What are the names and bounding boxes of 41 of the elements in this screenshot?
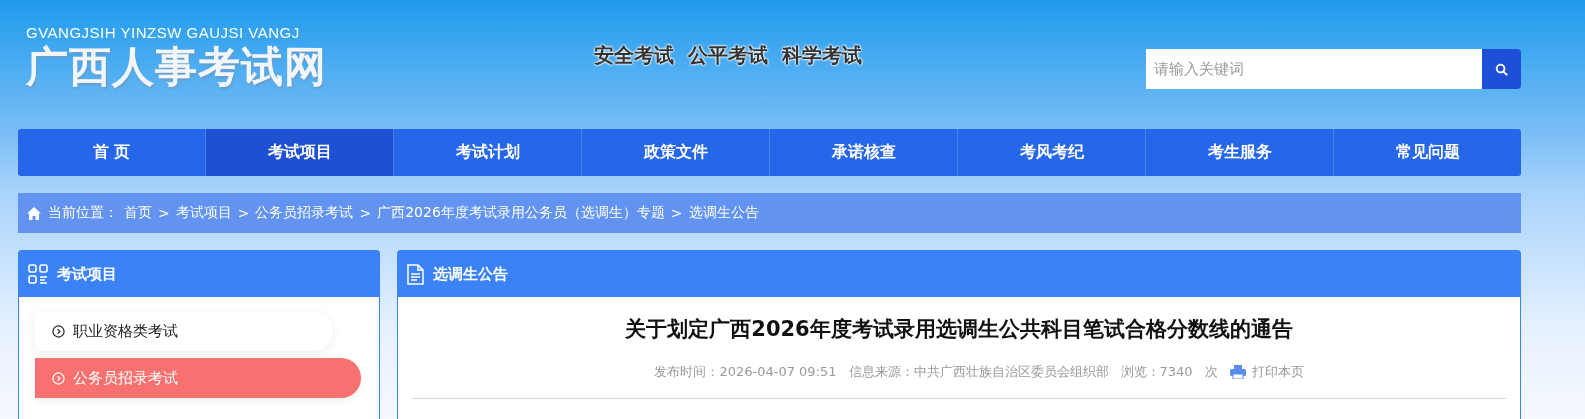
printer-icon bbox=[1229, 365, 1246, 379]
grid-icon bbox=[28, 264, 48, 284]
document-icon bbox=[407, 263, 424, 285]
article-title: 关于划定广西2026年度考试录用选调生公共科目笔试合格分数线的通告 bbox=[624, 316, 1294, 343]
home-icon bbox=[26, 205, 42, 221]
nav-tab[interactable]: 承诺核查 bbox=[770, 129, 958, 176]
article-meta: 浏览：7340 bbox=[1120, 363, 1193, 381]
article-meta: 信息来源：中共广西壮族自治区委员会组织部 bbox=[848, 363, 1109, 381]
slogan: 科学考试 bbox=[782, 42, 862, 69]
breadcrumb-link[interactable]: 选调生公告 bbox=[688, 204, 759, 222]
breadcrumb-label: 当前位置： bbox=[48, 204, 118, 222]
slogan: 安全考试 bbox=[594, 42, 674, 69]
breadcrumb-separator: > bbox=[237, 205, 250, 221]
search-button[interactable] bbox=[1482, 49, 1521, 89]
breadcrumb-link[interactable]: 广西2026年度考试录用公务员（选调生）专题 bbox=[377, 204, 665, 222]
article-meta: 发布时间：2026-04-07 09:51 bbox=[654, 363, 837, 381]
panel-title: 选调生公告 bbox=[433, 264, 508, 284]
article-meta: 次 bbox=[1204, 363, 1218, 381]
logo-subtitle: GVANGJSIH YINZSW GAUJSI VANGJ bbox=[26, 24, 301, 41]
panel-title: 考试项目 bbox=[57, 264, 117, 284]
search-field[interactable]: 请输入关键词 bbox=[1146, 49, 1482, 89]
slogan: 公平考试 bbox=[688, 42, 768, 69]
chevron-circle-icon bbox=[52, 371, 65, 385]
breadcrumb-separator: > bbox=[359, 205, 372, 221]
sidebar-item[interactable]: 职业资格类考试 bbox=[35, 311, 333, 351]
breadcrumb-link[interactable]: 首页 bbox=[124, 204, 152, 222]
chevron-circle-icon bbox=[52, 324, 65, 338]
breadcrumb-link[interactable]: 公务员招录考试 bbox=[255, 204, 354, 222]
nav-tab[interactable]: 政策文件 bbox=[582, 129, 770, 176]
search-icon bbox=[1495, 62, 1508, 76]
print-link[interactable]: 打印本页 bbox=[1229, 363, 1304, 381]
breadcrumb-separator: > bbox=[670, 205, 683, 221]
sidebar-item[interactable]: 公务员招录考试 bbox=[35, 358, 361, 398]
nav-tab[interactable]: 考试项目 bbox=[206, 129, 394, 176]
nav-tab[interactable]: 常见问题 bbox=[1334, 129, 1521, 176]
nav-tab[interactable]: 考试计划 bbox=[394, 129, 582, 176]
breadcrumb-separator: > bbox=[158, 205, 170, 221]
nav-tab[interactable]: 考风考纪 bbox=[958, 129, 1146, 176]
nav-tab[interactable]: 考生服务 bbox=[1146, 129, 1334, 176]
breadcrumb-link[interactable]: 考试项目 bbox=[175, 204, 232, 222]
logo-title: 广西人事考试网 bbox=[26, 41, 328, 93]
